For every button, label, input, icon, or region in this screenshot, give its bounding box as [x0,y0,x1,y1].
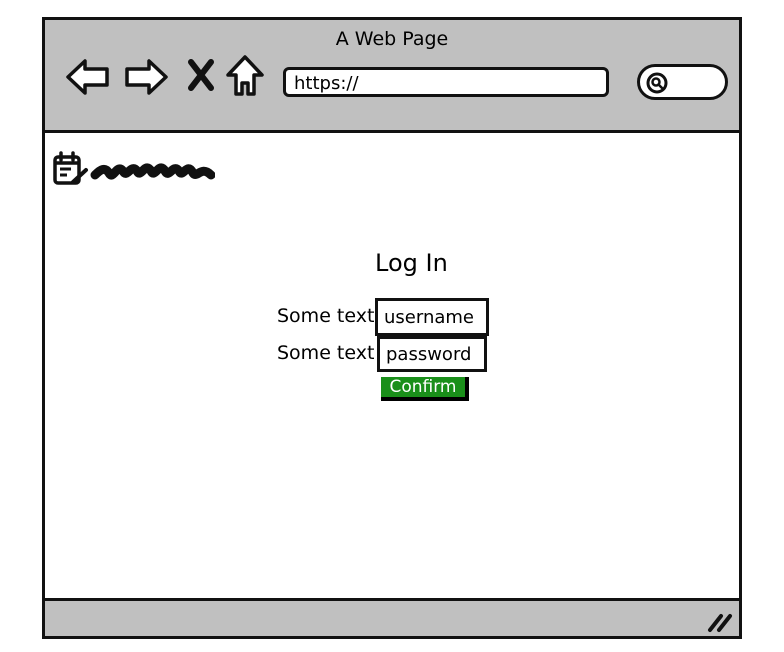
url-input[interactable] [283,67,609,97]
page-content: Log In Some text Some text Confirm [45,130,739,601]
search-icon [646,72,668,94]
site-logo [53,151,216,191]
forward-arrow-icon[interactable] [123,56,169,102]
confirm-button[interactable]: Confirm [381,377,469,401]
password-input[interactable] [377,336,487,372]
browser-window: A Web Page https:// Log In Some text use… [42,17,742,639]
status-bar [45,601,739,636]
resize-handle-icon[interactable] [707,611,733,637]
edit-calendar-icon [53,151,88,185]
home-icon[interactable] [225,54,265,102]
window-title: A Web Page [335,28,449,50]
close-x-icon[interactable] [187,58,215,96]
back-arrow-icon[interactable] [65,56,111,102]
password-label: Some text [277,342,375,364]
browser-toolbar: A Web Page [45,20,739,130]
username-input[interactable] [375,298,489,336]
login-title: Log In [375,249,448,277]
search-box[interactable] [637,64,728,100]
username-label: Some text [277,305,375,327]
